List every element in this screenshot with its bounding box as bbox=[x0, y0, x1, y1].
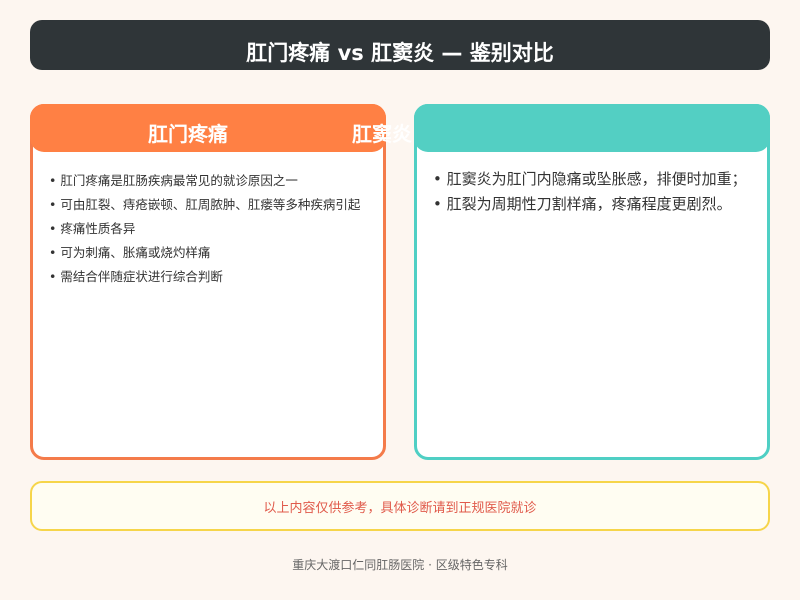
list-item: 疼痛性质各异 bbox=[49, 217, 360, 241]
list-item: 可为刺痛、胀痛或烧灼样痛 bbox=[49, 241, 360, 265]
card-header-anal-sinusitis bbox=[414, 104, 770, 152]
card-title-anal-sinusitis: 肛窦炎 bbox=[352, 122, 412, 146]
list-item: 肛裂为周期性刀割样痛，疼痛程度更剧烈。 bbox=[433, 192, 747, 217]
comparison-card-anal-pain: 肛门疼痛 肛门疼痛是肛肠疾病最常见的就诊原因之一 可由肛裂、痔疮嵌顿、肛周脓肿、… bbox=[30, 104, 386, 460]
comparison-card-anal-sinusitis: 肛窦炎为肛门内隐痛或坠胀感，排便时加重； 肛裂为周期性刀割样痛，疼痛程度更剧烈。 bbox=[414, 104, 770, 460]
points-list-anal-sinusitis: 肛窦炎为肛门内隐痛或坠胀感，排便时加重； 肛裂为周期性刀割样痛，疼痛程度更剧烈。 bbox=[433, 167, 747, 217]
footer-text: 重庆大渡口仁同肛肠医院 · 区级特色专科 bbox=[292, 558, 508, 572]
list-item: 肛门疼痛是肛肠疾病最常见的就诊原因之一 bbox=[49, 169, 360, 193]
card-header-anal-pain: 肛门疼痛 bbox=[30, 104, 386, 152]
points-list-anal-pain: 肛门疼痛是肛肠疾病最常见的就诊原因之一 可由肛裂、痔疮嵌顿、肛周脓肿、肛瘘等多种… bbox=[49, 169, 360, 289]
disclaimer-notice: 以上内容仅供参考，具体诊断请到正规医院就诊 bbox=[30, 481, 770, 531]
list-item: 肛窦炎为肛门内隐痛或坠胀感，排便时加重； bbox=[433, 167, 747, 192]
page-title: 肛门疼痛 vs 肛窦炎 — 鉴别对比 bbox=[30, 20, 770, 70]
list-item: 需结合伴随症状进行综合判断 bbox=[49, 265, 360, 289]
card-title-anal-pain: 肛门疼痛 bbox=[148, 122, 228, 146]
list-item: 可由肛裂、痔疮嵌顿、肛周脓肿、肛瘘等多种疾病引起 bbox=[49, 193, 360, 217]
